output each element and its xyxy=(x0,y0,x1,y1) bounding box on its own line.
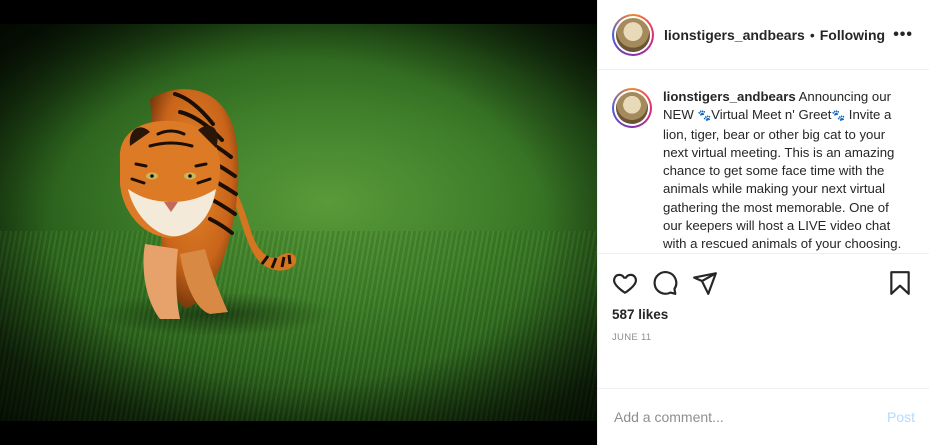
following-button[interactable]: Following xyxy=(820,27,885,43)
post-comment-button[interactable]: Post xyxy=(887,409,915,425)
paw-prints-emoji: 🐾 xyxy=(697,110,712,123)
author-username[interactable]: lionstigers_andbears xyxy=(664,27,805,43)
bookmark-icon[interactable] xyxy=(887,270,913,296)
comment-input[interactable] xyxy=(614,409,887,425)
action-icon-row xyxy=(612,254,913,300)
post-photo[interactable] xyxy=(0,24,597,421)
post-media-pane xyxy=(0,0,597,445)
likes-count[interactable]: 587 likes xyxy=(612,307,913,322)
separator-dot: • xyxy=(809,26,815,43)
caption-row: lionstigers_andbears Announcing our NEW … xyxy=(612,88,913,253)
avatar-image xyxy=(616,92,648,124)
caption-author-avatar[interactable] xyxy=(612,88,652,128)
paw-prints-emoji: 🐾 xyxy=(831,110,846,123)
post-actions: 587 likes JUNE 11 xyxy=(598,254,929,389)
author-avatar[interactable] xyxy=(612,13,654,56)
post-sidebar: lionstigers_andbears • Following ••• lio… xyxy=(597,0,929,445)
post-date[interactable]: JUNE 11 xyxy=(612,332,913,343)
caption-text-2: Virtual Meet n' Greet xyxy=(711,107,832,123)
instagram-post-modal: lionstigers_andbears • Following ••• lio… xyxy=(0,0,929,445)
avatar-image xyxy=(616,17,650,52)
comment-icon[interactable] xyxy=(652,270,678,296)
post-caption: lionstigers_andbears Announcing our NEW … xyxy=(663,88,903,253)
caption-text-3: Invite a lion, tiger, bear or other big … xyxy=(663,107,902,252)
photo-vignette xyxy=(0,24,597,421)
share-icon[interactable] xyxy=(692,270,718,296)
heart-icon[interactable] xyxy=(612,270,638,296)
caption-username[interactable]: lionstigers_andbears xyxy=(663,89,796,104)
add-comment-bar: Post xyxy=(598,389,929,445)
comments-area: lionstigers_andbears Announcing our NEW … xyxy=(598,70,929,254)
post-header: lionstigers_andbears • Following ••• xyxy=(598,0,929,70)
more-options-icon[interactable]: ••• xyxy=(893,26,913,44)
